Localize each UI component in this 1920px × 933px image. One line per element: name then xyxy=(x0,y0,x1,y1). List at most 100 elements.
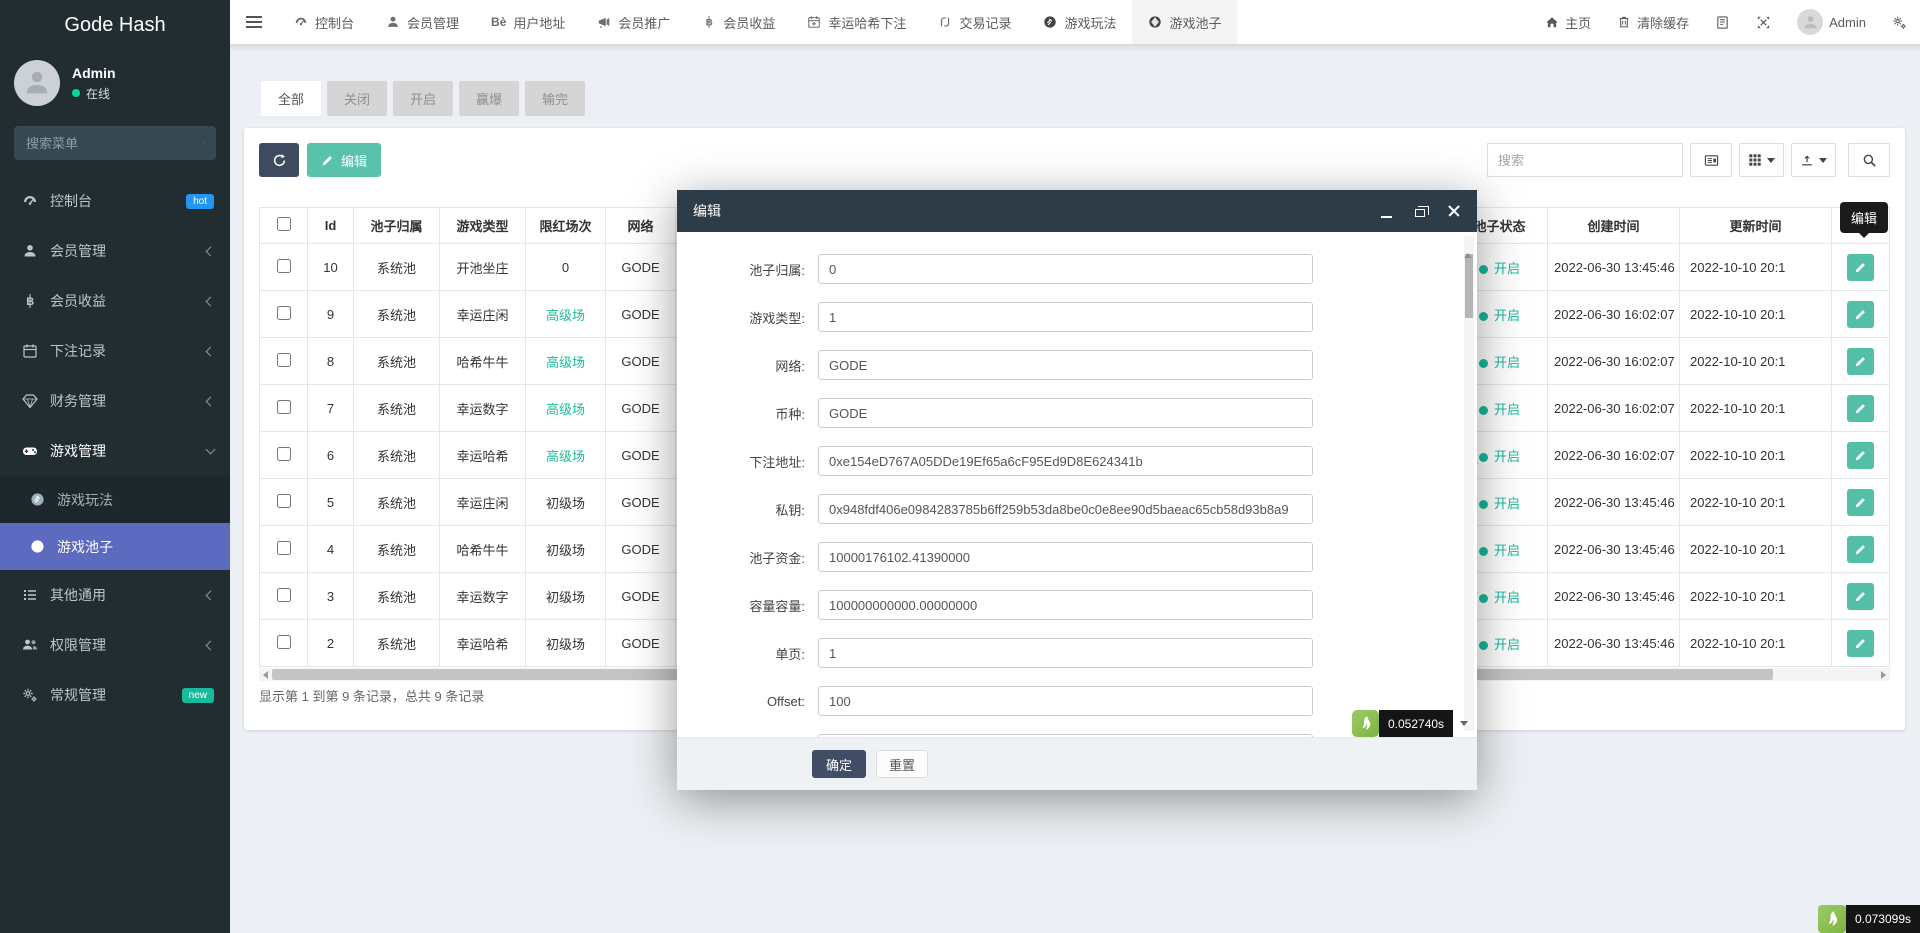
tab-closed[interactable]: 关闭 xyxy=(327,81,388,116)
form-input[interactable] xyxy=(818,590,1313,620)
row-owner: 系统池 xyxy=(353,337,440,385)
form-input[interactable] xyxy=(818,494,1313,524)
clear-cache-button[interactable]: 清除缓存 xyxy=(1604,0,1702,44)
debug-badge-modal[interactable]: 0.052740s xyxy=(1352,710,1469,737)
status-dot-icon xyxy=(1478,593,1488,603)
fullscreen-button[interactable] xyxy=(1743,0,1784,44)
row-action-cell xyxy=(1831,619,1890,667)
minimize-button[interactable] xyxy=(1379,204,1393,218)
sidebar-item-permissions[interactable]: 权限管理 xyxy=(0,620,230,670)
status-dot-icon xyxy=(1478,499,1488,509)
row-network: GODE xyxy=(605,572,676,620)
tab-open[interactable]: 开启 xyxy=(393,81,454,116)
sidebar-item-general-settings[interactable]: 常规管理 new xyxy=(0,670,230,720)
form-input[interactable] xyxy=(818,254,1313,284)
sidebar-item-label: 会员管理 xyxy=(50,243,106,259)
sidebar-item-finance[interactable]: 财务管理 xyxy=(0,376,230,426)
search-button[interactable] xyxy=(1848,143,1890,177)
nav-item-members[interactable]: 会员管理 xyxy=(370,0,475,44)
log-button[interactable] xyxy=(1702,0,1743,44)
row-select-cell xyxy=(259,384,308,432)
row-network: GODE xyxy=(605,431,676,479)
debug-badge-page[interactable]: 0.073099s xyxy=(1817,905,1920,933)
confirm-button[interactable]: 确定 xyxy=(812,750,867,778)
row-edit-button[interactable] xyxy=(1847,535,1874,563)
home-button[interactable]: 主页 xyxy=(1532,0,1604,44)
row-edit-button[interactable] xyxy=(1847,582,1874,610)
row-id: 8 xyxy=(307,337,354,385)
row-checkbox[interactable] xyxy=(276,305,291,320)
refresh-button[interactable] xyxy=(259,143,299,177)
row-edit-button[interactable] xyxy=(1847,394,1874,422)
sidebar-item-label: 游戏池子 xyxy=(57,538,113,555)
table-search-input[interactable] xyxy=(1487,143,1683,177)
row-checkbox[interactable] xyxy=(276,634,291,649)
row-action-cell xyxy=(1831,290,1890,338)
row-checkbox[interactable] xyxy=(276,493,291,508)
nav-item-member-income[interactable]: 会员收益 xyxy=(686,0,791,44)
sidebar-item-label: 其他通用 xyxy=(50,587,106,603)
settings-button[interactable] xyxy=(1879,0,1920,44)
row-edit-button[interactable] xyxy=(1847,300,1874,328)
modal-scrollbar-thumb[interactable] xyxy=(1465,254,1473,318)
scroll-left-arrow-icon[interactable] xyxy=(259,668,272,681)
sidebar-item-game-play[interactable]: 游戏玩法 xyxy=(0,476,230,523)
form-input[interactable] xyxy=(818,350,1313,380)
form-input[interactable] xyxy=(818,302,1313,332)
nav-item-game-play[interactable]: 游戏玩法 xyxy=(1027,0,1132,44)
row-checkbox[interactable] xyxy=(276,352,291,367)
export-button[interactable] xyxy=(1791,143,1836,177)
sidebar-item-label: 权限管理 xyxy=(50,637,106,653)
row-edit-button[interactable] xyxy=(1847,253,1874,281)
row-edit-button[interactable] xyxy=(1847,488,1874,516)
detail-view-button[interactable] xyxy=(1690,143,1732,177)
gauge-icon xyxy=(294,15,308,29)
select-all-checkbox[interactable] xyxy=(276,217,291,231)
row-checkbox[interactable] xyxy=(276,587,291,602)
row-checkbox[interactable] xyxy=(276,258,291,273)
close-button[interactable] xyxy=(1447,204,1461,218)
modal-scrollbar[interactable] xyxy=(1464,236,1474,731)
nav-item-game-pool[interactable]: 游戏池子 xyxy=(1132,0,1238,44)
sidebar-item-bet-records[interactable]: 下注记录 xyxy=(0,326,230,376)
sidebar-item-members[interactable]: 会员管理 xyxy=(0,226,230,276)
reset-button[interactable]: 重置 xyxy=(876,750,929,778)
row-select-cell xyxy=(259,431,308,479)
nav-item-user-address[interactable]: Bè 用户地址 xyxy=(475,0,581,44)
row-type: 幸运数字 xyxy=(439,572,526,620)
sidebar-search-input[interactable] xyxy=(26,135,202,151)
columns-button[interactable] xyxy=(1739,143,1784,177)
caret-down-icon[interactable] xyxy=(1460,721,1469,726)
nav-item-member-promotion[interactable]: 会员推广 xyxy=(581,0,686,44)
tab-win-burst[interactable]: 赢爆 xyxy=(459,81,520,116)
row-checkbox[interactable] xyxy=(276,540,291,555)
sidebar-item-member-income[interactable]: 会员收益 xyxy=(0,276,230,326)
row-edit-button[interactable] xyxy=(1847,347,1874,375)
row-checkbox[interactable] xyxy=(276,399,291,414)
sidebar-item-other-common[interactable]: 其他通用 xyxy=(0,570,230,620)
nav-item-lucky-hash-bets[interactable]: 幸运哈希下注 xyxy=(791,0,922,44)
sidebar-toggle-button[interactable] xyxy=(230,0,278,44)
partial-input[interactable] xyxy=(818,734,1313,737)
sidebar-item-game-pool[interactable]: 游戏池子 xyxy=(0,523,230,570)
tab-lose-all[interactable]: 输完 xyxy=(525,81,586,116)
row-edit-button[interactable] xyxy=(1847,441,1874,469)
sidebar-item-game-management[interactable]: 游戏管理 xyxy=(0,426,230,476)
row-checkbox[interactable] xyxy=(276,446,291,461)
tab-all[interactable]: 全部 xyxy=(261,81,322,116)
nav-item-transactions[interactable]: 交易记录 xyxy=(922,0,1027,44)
scroll-up-arrow-icon[interactable] xyxy=(1464,236,1472,258)
form-input[interactable] xyxy=(818,446,1313,476)
maximize-button[interactable] xyxy=(1413,204,1429,218)
form-input[interactable] xyxy=(818,638,1313,668)
edit-button[interactable]: 编辑 xyxy=(307,143,382,177)
sidebar-item-console[interactable]: 控制台 hot xyxy=(0,176,230,226)
user-menu[interactable]: Admin xyxy=(1784,0,1879,44)
chevron-left-icon xyxy=(205,246,216,256)
scroll-right-arrow-icon[interactable] xyxy=(1877,668,1890,681)
row-edit-button[interactable] xyxy=(1847,629,1874,657)
form-input[interactable] xyxy=(818,686,1313,716)
nav-item-console[interactable]: 控制台 xyxy=(278,0,370,44)
form-input[interactable] xyxy=(818,398,1313,428)
form-input[interactable] xyxy=(818,542,1313,572)
